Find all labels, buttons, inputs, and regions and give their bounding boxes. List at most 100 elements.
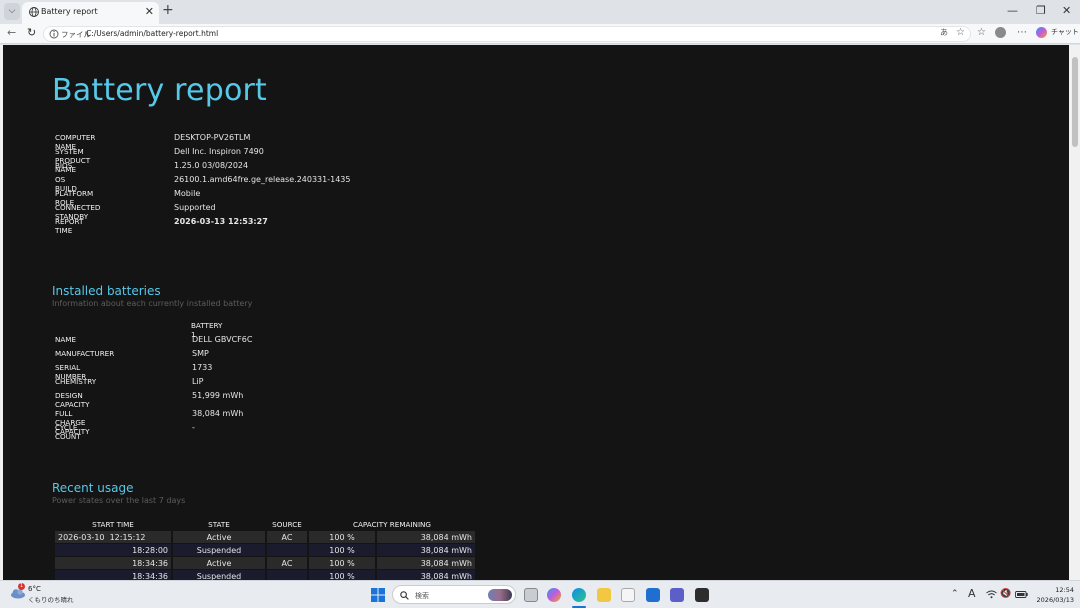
taskbar-search-box[interactable]: 検索	[392, 585, 516, 604]
table-row: 18:34:36 Active AC 100 % 38,084 mWh	[55, 557, 475, 569]
source-cell: AC	[267, 557, 307, 569]
column-header: STATE	[208, 519, 230, 529]
weather-condition: くもりのち晴れ	[28, 596, 74, 604]
more-menu-icon[interactable]: ⋯	[1017, 27, 1027, 38]
address-toolbar: ← ↻ ファイル C:/Users/admin/battery-report.h…	[0, 24, 1080, 44]
clock-date: 2026/03/13	[1036, 596, 1074, 604]
scrollbar-thumb[interactable]	[1072, 57, 1078, 147]
search-highlight-icon	[488, 589, 512, 601]
source-cell: AC	[267, 531, 307, 543]
refresh-button[interactable]: ↻	[27, 26, 36, 39]
terminal-icon[interactable]	[695, 588, 709, 602]
page-scrollbar[interactable]	[1070, 45, 1080, 580]
restore-button[interactable]: ❐	[1036, 4, 1046, 17]
battery-info-value: -	[192, 423, 195, 432]
state-cell: Active	[173, 531, 265, 543]
taskbar: 1 6°C くもりのち晴れ 検索 ⌃ A 🔇 12:54 2026/03/13	[0, 580, 1080, 608]
battery-info-key: CHEMISTRY	[55, 377, 97, 386]
tab-title: Battery report	[41, 7, 98, 16]
battery-info-value: LiP	[192, 377, 204, 386]
battery-info-value: 51,999 mWh	[192, 391, 244, 400]
battery-info-value: 38,084 mWh	[192, 409, 244, 418]
notification-badge: 1	[18, 583, 25, 590]
battery-info-value: DELL GBVCF6C	[192, 335, 253, 344]
copilot-icon[interactable]	[1036, 27, 1047, 38]
tray-overflow-chevron-icon[interactable]: ⌃	[951, 589, 959, 599]
table-row: 18:28:00 Suspended 100 % 38,084 mWh	[55, 544, 475, 556]
column-header: START TIME	[92, 519, 134, 529]
system-info-value: Supported	[174, 203, 216, 212]
system-info-value: Dell Inc. Inspiron 7490	[174, 147, 264, 156]
browser-tab-strip: ⌵ Battery report ✕ + — ❐ ✕	[0, 0, 1080, 24]
battery-icon[interactable]	[1015, 591, 1028, 598]
capacity-percent-cell: 100 %	[309, 557, 375, 569]
copilot-taskbar-icon[interactable]	[547, 588, 561, 602]
page-viewport: Battery report COMPUTER NAME DESKTOP-PV2…	[0, 45, 1080, 580]
capacity-percent-cell: 100 %	[309, 570, 375, 580]
capacity-percent-cell: 100 %	[309, 531, 375, 543]
taskbar-clock[interactable]: 12:54 2026/03/13	[1034, 585, 1074, 605]
task-view-icon[interactable]	[524, 588, 538, 602]
state-cell: Suspended	[173, 544, 265, 556]
installed-batteries-heading: Installed batteries	[52, 284, 161, 298]
ime-indicator[interactable]: A	[968, 587, 976, 600]
battery-info-key: NAME	[55, 335, 77, 344]
capacity-mwh-cell: 38,084 mWh	[377, 557, 475, 569]
address-url[interactable]: C:/Users/admin/battery-report.html	[86, 29, 218, 38]
minimize-button[interactable]: —	[1007, 4, 1018, 17]
table-row: 2026-03-10 12:15:12 Active AC 100 % 38,0…	[55, 531, 475, 543]
column-header: SOURCE	[272, 519, 302, 529]
tab-battery-report[interactable]: Battery report ✕	[22, 2, 159, 24]
recent-usage-heading: Recent usage	[52, 481, 134, 495]
state-cell: Suspended	[173, 570, 265, 580]
search-label: 検索	[415, 592, 429, 600]
capacity-mwh-cell: 38,084 mWh	[377, 544, 475, 556]
info-icon[interactable]	[48, 28, 60, 40]
battery-info-value: 1733	[192, 363, 213, 372]
system-info-value: 26100.1.amd64fre.ge_release.240331-1435	[174, 175, 351, 184]
system-info-value: Mobile	[174, 189, 201, 198]
start-time-cell: 2026-03-10 12:15:12	[55, 531, 171, 543]
clock-time: 12:54	[1055, 586, 1074, 594]
source-cell	[267, 544, 307, 556]
edge-taskbar-icon[interactable]	[572, 588, 586, 602]
back-button[interactable]: ←	[7, 26, 16, 39]
system-info-key: BIOS	[55, 161, 73, 170]
store-icon[interactable]	[621, 588, 635, 602]
tab-actions-menu[interactable]: ⌵	[4, 3, 20, 20]
close-window-button[interactable]: ✕	[1062, 4, 1071, 17]
system-info-value: 1.25.0 03/08/2024	[174, 161, 249, 170]
start-time-cell: 18:34:36	[55, 557, 171, 569]
favorites-icon[interactable]: ☆	[977, 27, 986, 38]
copilot-label[interactable]: チャット	[1051, 27, 1079, 37]
battery-info-value: SMP	[192, 349, 209, 358]
battery-info-key: MANUFACTURER	[55, 349, 115, 358]
favorite-star-icon[interactable]: ☆	[956, 27, 965, 38]
table-row: 18:34:36 Suspended 100 % 38,084 mWh	[55, 570, 475, 580]
translate-icon[interactable]: あ	[940, 27, 948, 38]
table-header-row: START TIME STATE SOURCE CAPACITY REMAINI…	[55, 518, 475, 530]
report-time-value: 2026-03-13 12:53:27	[174, 217, 268, 226]
new-tab-button[interactable]: +	[162, 2, 174, 18]
capacity-mwh-cell: 38,084 mWh	[377, 531, 475, 543]
system-info-value: DESKTOP-PV26TLM	[174, 133, 251, 142]
file-explorer-icon[interactable]	[597, 588, 611, 602]
volume-icon[interactable]: 🔇	[1000, 589, 1011, 599]
windows-start-icon[interactable]	[371, 588, 385, 602]
tab-close-icon[interactable]: ✕	[145, 5, 154, 18]
state-cell: Active	[173, 557, 265, 569]
profile-avatar[interactable]	[995, 27, 1006, 38]
battery-info-key: CYCLE COUNT	[55, 423, 81, 441]
recent-usage-subtitle: Power states over the last 7 days	[52, 496, 186, 505]
source-cell	[267, 570, 307, 580]
teams-icon[interactable]	[670, 588, 684, 602]
globe-icon	[29, 7, 39, 17]
battery-info-key: DESIGN CAPACITY	[55, 391, 90, 409]
mail-icon[interactable]	[646, 588, 660, 602]
wifi-icon[interactable]	[986, 590, 997, 599]
address-bar[interactable]: ファイル C:/Users/admin/battery-report.html	[43, 26, 971, 42]
capacity-mwh-cell: 38,084 mWh	[377, 570, 475, 580]
search-icon	[400, 591, 409, 600]
recent-usage-table: START TIME STATE SOURCE CAPACITY REMAINI…	[53, 517, 477, 580]
start-time-cell: 18:28:00	[55, 544, 171, 556]
